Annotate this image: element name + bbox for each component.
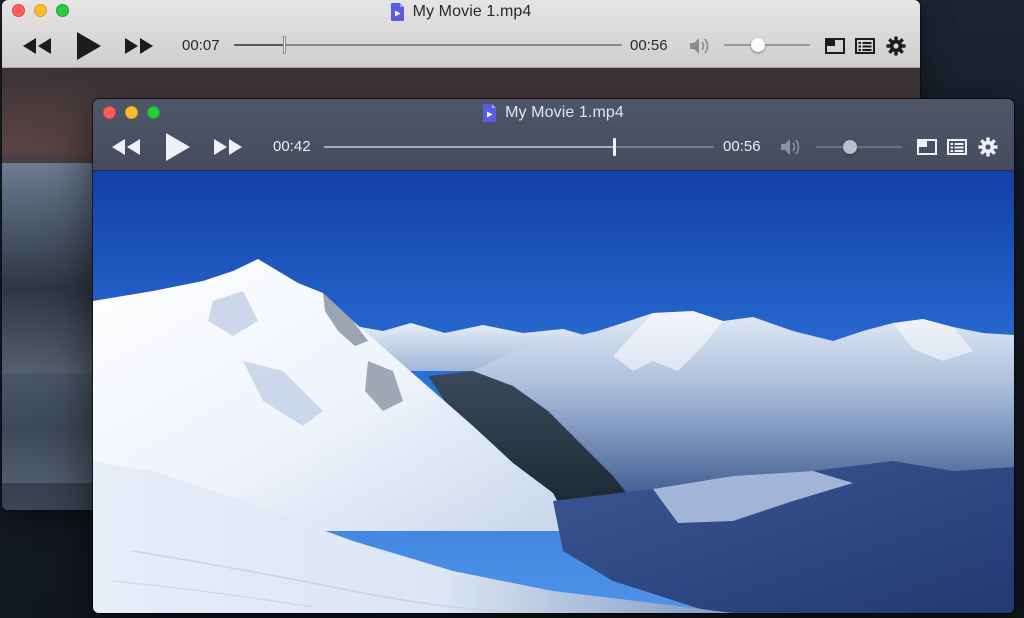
- seek-bar-handle[interactable]: [282, 36, 286, 54]
- settings-button[interactable]: [884, 34, 908, 58]
- rewind-icon: [23, 38, 51, 54]
- fast-forward-button[interactable]: [211, 135, 245, 159]
- volume-slider[interactable]: [816, 140, 902, 154]
- total-duration: 00:56: [723, 138, 761, 155]
- total-duration: 00:56: [630, 37, 668, 54]
- seek-bar-handle[interactable]: [613, 138, 617, 156]
- play-button[interactable]: [161, 129, 193, 165]
- volume-slider-handle[interactable]: [750, 38, 765, 52]
- window-title: My Movie 1.mp4: [93, 99, 1014, 127]
- volume-icon: [781, 139, 800, 155]
- window-title-text: My Movie 1.mp4: [412, 3, 532, 20]
- picture-in-picture-icon: [917, 139, 937, 155]
- picture-in-picture-button[interactable]: [916, 136, 938, 158]
- play-button[interactable]: [72, 28, 104, 64]
- playlist-button[interactable]: [854, 35, 876, 57]
- window-title: My Movie 1.mp4: [2, 0, 920, 24]
- video-frame[interactable]: [93, 171, 1014, 613]
- seek-bar-played: [234, 44, 285, 46]
- gear-icon: [886, 36, 906, 56]
- volume-slider-handle[interactable]: [842, 140, 857, 154]
- volume-button[interactable]: [779, 136, 803, 158]
- settings-button[interactable]: [976, 135, 1000, 159]
- volume-icon: [690, 38, 709, 54]
- window-title-text: My Movie 1.mp4: [505, 104, 624, 121]
- rewind-icon: [112, 139, 140, 155]
- playback-controls: 00:42 00:56: [93, 127, 1014, 171]
- movie-file-icon: [483, 104, 497, 122]
- playback-controls: 00:07 00:56: [2, 24, 920, 68]
- picture-in-picture-button[interactable]: [824, 35, 846, 57]
- current-time: 00:07: [182, 37, 220, 54]
- volume-slider[interactable]: [724, 38, 810, 52]
- title-bar[interactable]: My Movie 1.mp4 00:07 00:56: [2, 0, 920, 68]
- volume-button[interactable]: [688, 35, 712, 57]
- title-bar[interactable]: My Movie 1.mp4 00:42 00:56: [93, 99, 1014, 171]
- playlist-button[interactable]: [946, 136, 968, 158]
- rewind-button[interactable]: [20, 34, 54, 58]
- video-frame-mountain: [2, 163, 94, 373]
- seek-bar[interactable]: [324, 138, 714, 156]
- gear-icon: [978, 137, 998, 157]
- rewind-button[interactable]: [109, 135, 143, 159]
- video-frame-lake: [2, 373, 94, 483]
- picture-in-picture-icon: [825, 38, 845, 54]
- player-window-front[interactable]: My Movie 1.mp4 00:42 00:56: [93, 99, 1014, 613]
- play-icon: [166, 133, 190, 161]
- seek-bar-played: [324, 146, 615, 148]
- playlist-icon: [947, 139, 967, 155]
- fast-forward-icon: [214, 139, 242, 155]
- movie-file-icon: [390, 3, 404, 21]
- play-icon: [77, 32, 101, 60]
- current-time: 00:42: [273, 138, 311, 155]
- fast-forward-button[interactable]: [122, 34, 156, 58]
- fast-forward-icon: [125, 38, 153, 54]
- playlist-icon: [855, 38, 875, 54]
- seek-bar[interactable]: [234, 36, 622, 54]
